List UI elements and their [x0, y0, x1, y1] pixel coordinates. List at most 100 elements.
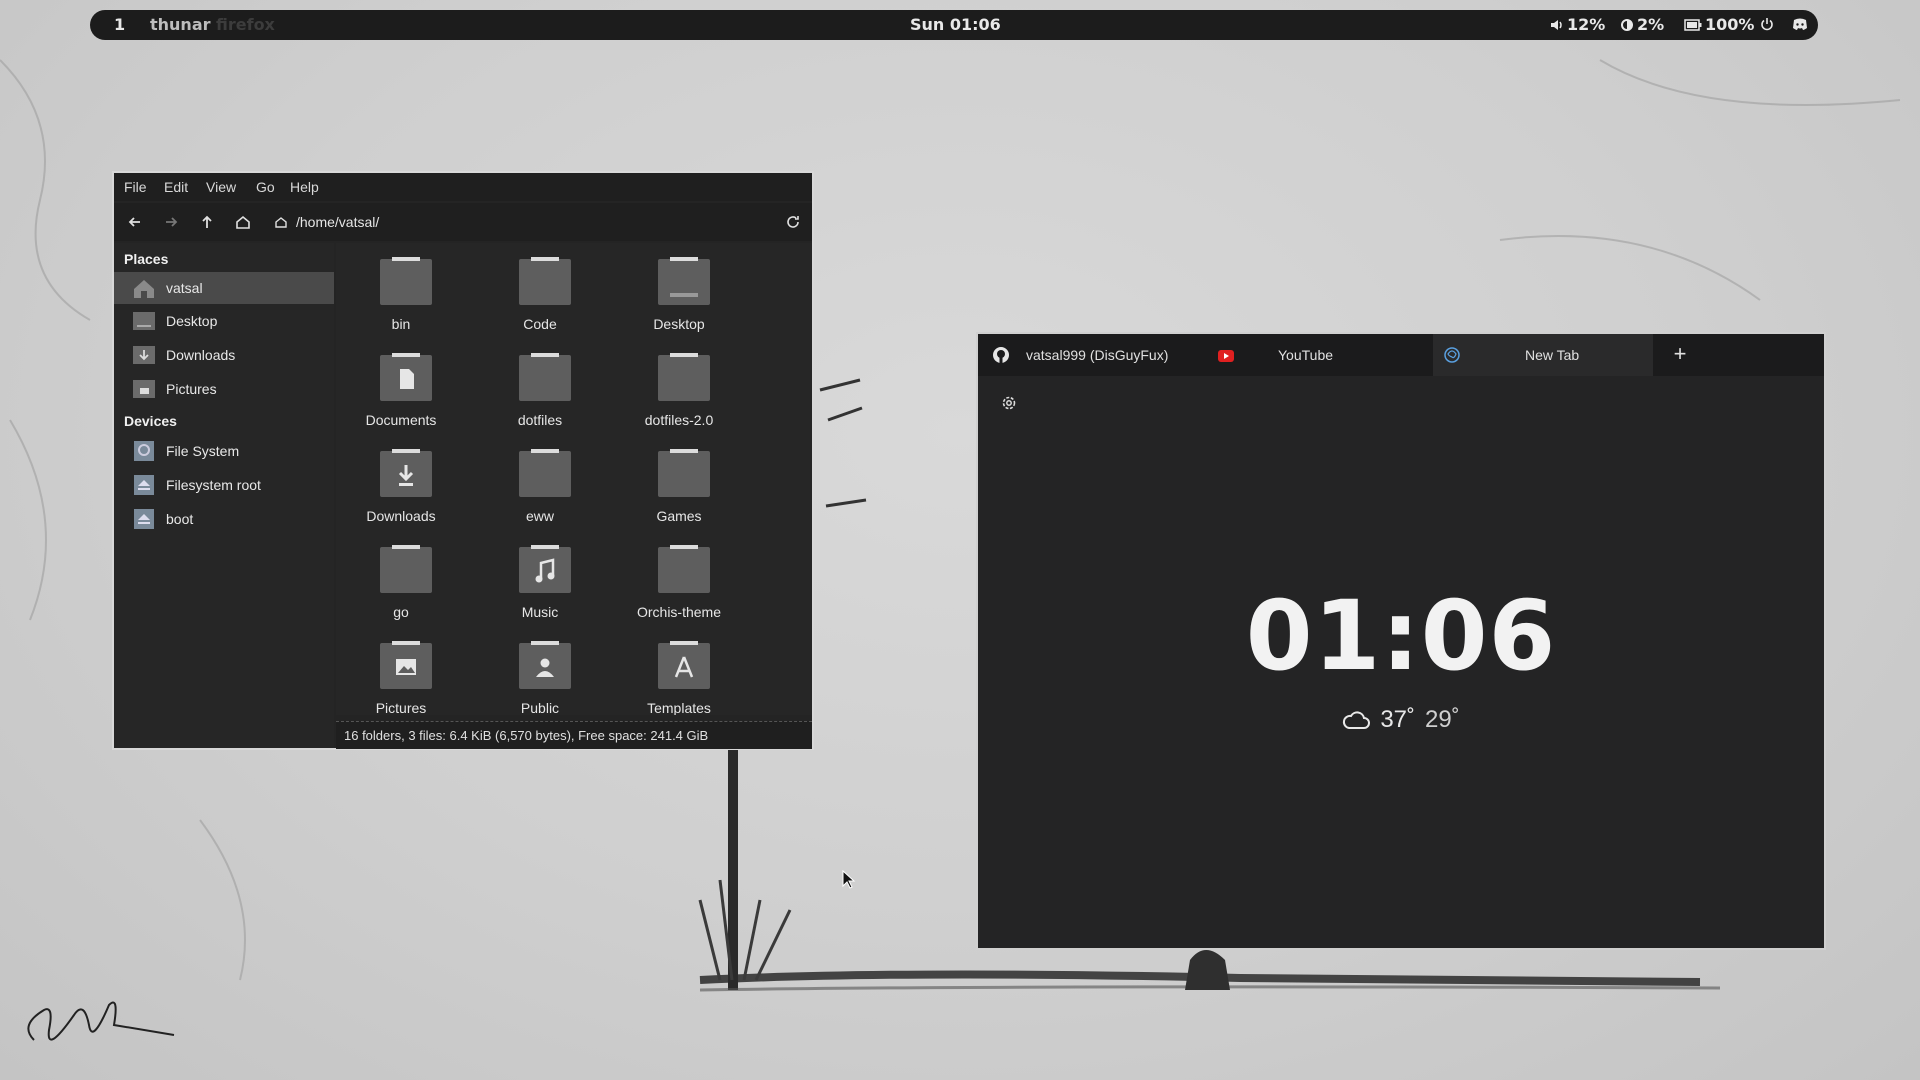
volume-icon [1551, 19, 1562, 30]
folder-item[interactable]: go [336, 543, 466, 633]
file-name: bin [391, 316, 411, 332]
folder-icon [658, 353, 710, 401]
file-name: go [393, 604, 409, 620]
folder-icon [658, 449, 710, 497]
sidebar-item-filesystem-root[interactable]: Filesystem root [114, 469, 334, 501]
sidebar-item-desktop[interactable]: Desktop [114, 305, 334, 337]
folder-item[interactable]: Code [475, 255, 605, 345]
templates-folder-icon [658, 641, 710, 689]
sidebar-item-vatsal[interactable]: vatsal [114, 272, 334, 304]
status-text: 16 folders, 3 files: 6.4 KiB (6,570 byte… [344, 728, 709, 743]
desktop-folder-icon [658, 257, 710, 305]
downloads-folder-icon [380, 449, 432, 497]
battery-status[interactable]: 100% [1684, 15, 1754, 34]
new-tab-button[interactable]: + [1668, 342, 1692, 366]
menu-edit[interactable]: Edit [164, 179, 188, 195]
folder-item[interactable]: eww [475, 447, 605, 537]
folder-item[interactable]: Games [614, 447, 744, 537]
desktop-folder-icon [133, 312, 155, 330]
menu-go[interactable]: Go [256, 179, 275, 195]
folder-item[interactable]: bin [336, 255, 466, 345]
folder-icon [519, 353, 571, 401]
sidebar-label: boot [166, 511, 194, 527]
workspace-indicator[interactable]: 1 [114, 15, 125, 34]
sidebar-item-file-system[interactable]: File System [114, 435, 334, 467]
sidebar: Places vatsal Desktop Downloads Pictures… [114, 243, 334, 748]
battery-icon [1684, 18, 1702, 31]
file-name: Orchis-theme [636, 604, 722, 620]
public-folder-icon [519, 641, 571, 689]
file-name: Documents [365, 412, 437, 428]
sidebar-label: File System [166, 443, 240, 459]
home-button[interactable] [234, 213, 252, 231]
tab-strip: vatsal999 (DisGuyFux) YouTube New Tab + [978, 334, 1824, 376]
taskbar-app-firefox[interactable]: firefox [216, 15, 275, 34]
toolbar: /home/vatsal/ [114, 203, 812, 241]
volume-status[interactable]: 12% [1550, 15, 1605, 34]
file-name: Desktop [653, 316, 705, 332]
gear-icon[interactable] [1000, 394, 1018, 412]
tab-github[interactable]: vatsal999 (DisGuyFux) [978, 334, 1203, 376]
location-bar[interactable]: /home/vatsal/ [266, 207, 926, 237]
downloads-folder-icon [133, 346, 155, 364]
power-button[interactable] [1760, 17, 1774, 31]
sidebar-item-downloads[interactable]: Downloads [114, 339, 334, 371]
weather-widget: 37˚ 29˚ [978, 706, 1824, 737]
documents-folder-icon [380, 353, 432, 401]
youtube-icon [1218, 350, 1234, 362]
discord-button[interactable] [1792, 17, 1808, 31]
folder-icon [519, 257, 571, 305]
folder-item[interactable]: Public [475, 639, 605, 715]
folder-item[interactable]: Templates [614, 639, 744, 715]
eject-drive-icon [134, 475, 154, 495]
tab-title: YouTube [1278, 347, 1334, 363]
menu-file[interactable]: File [124, 179, 147, 195]
topbar-clock: Sun 01:06 [910, 15, 1001, 34]
folder-icon [658, 545, 710, 593]
sidebar-item-boot[interactable]: boot [114, 503, 334, 535]
taskbar-app-thunar[interactable]: thunar [150, 15, 211, 34]
tab-title: New Tab [1525, 347, 1580, 363]
pictures-folder-icon [133, 380, 155, 398]
forward-button[interactable] [162, 213, 180, 231]
folder-item[interactable]: Documents [336, 351, 466, 441]
menu-view[interactable]: View [206, 179, 236, 195]
folder-item[interactable]: Orchis-theme [614, 543, 744, 633]
volume-value: 12% [1567, 15, 1606, 34]
tab-youtube[interactable]: YouTube [1203, 334, 1413, 376]
status-bar: 16 folders, 3 files: 6.4 KiB (6,570 byte… [336, 721, 812, 749]
file-name: Pictures [375, 700, 427, 715]
places-heading: Places [124, 251, 169, 267]
folder-item[interactable]: dotfiles-2.0 [614, 351, 744, 441]
folder-item[interactable]: Desktop [614, 255, 744, 345]
file-name: Games [656, 508, 702, 524]
sidebar-label: Desktop [166, 313, 218, 329]
folder-item[interactable]: Pictures [336, 639, 466, 715]
eject-drive-icon [134, 509, 154, 529]
brightness-status[interactable]: 2% [1620, 15, 1664, 34]
github-icon [993, 347, 1009, 363]
file-name: Music [521, 604, 559, 620]
menu-help[interactable]: Help [290, 179, 319, 195]
folder-icon [380, 257, 432, 305]
music-folder-icon [519, 545, 571, 593]
sidebar-label: Pictures [166, 381, 217, 397]
brightness-value: 2% [1637, 15, 1665, 34]
weather-low: 29˚ [1425, 706, 1460, 733]
weather-high: 37˚ [1380, 706, 1415, 733]
file-name: Public [520, 700, 560, 715]
file-name: Downloads [366, 508, 436, 524]
up-button[interactable] [198, 213, 216, 231]
back-button[interactable] [126, 213, 144, 231]
tab-new-tab[interactable]: New Tab [1433, 334, 1653, 376]
sidebar-item-pictures[interactable]: Pictures [114, 373, 334, 405]
devices-heading: Devices [124, 413, 177, 429]
cloud-icon [1343, 711, 1371, 729]
folder-item[interactable]: dotfiles [475, 351, 605, 441]
sidebar-label: Filesystem root [166, 477, 261, 493]
folder-item[interactable]: Downloads [336, 447, 466, 537]
file-grid: bin Code Desktop Documents dotfiles dotf… [336, 243, 812, 715]
folder-item[interactable]: Music [475, 543, 605, 633]
file-name: Templates [647, 700, 711, 715]
reload-button[interactable] [784, 213, 802, 231]
